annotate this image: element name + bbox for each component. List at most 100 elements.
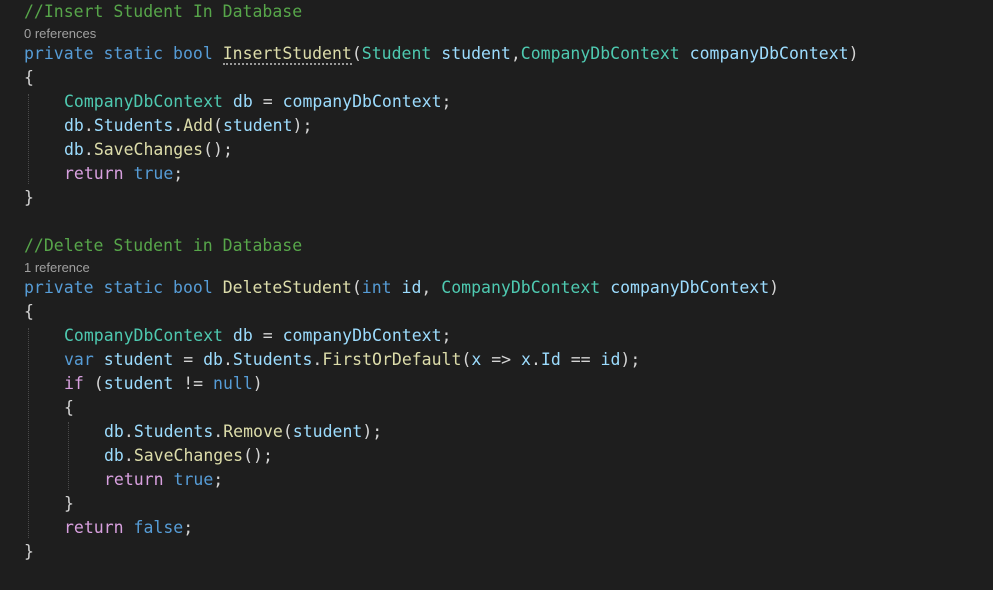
keyword: if <box>64 374 84 393</box>
keyword: return <box>104 470 164 489</box>
identifier: student <box>292 422 363 441</box>
keyword: static <box>103 278 164 297</box>
type-name: CompanyDbContext <box>64 92 223 111</box>
method-name-deletestudent[interactable]: DeleteStudent <box>223 278 352 297</box>
identifier: id <box>600 350 621 369</box>
code-line-db-assign: CompanyDbContext db = companyDbContext; <box>64 324 451 348</box>
keyword: bool <box>173 44 213 63</box>
type-name: Student <box>361 44 432 63</box>
code-line-brace: } <box>24 186 34 210</box>
method-name-insertstudent[interactable]: InsertStudent <box>222 44 352 65</box>
punctuation: ; <box>173 164 184 183</box>
keyword: return <box>64 164 124 183</box>
punctuation: . <box>173 116 184 135</box>
comment: //Delete Student in Database <box>24 236 303 255</box>
punctuation: ( <box>351 278 362 297</box>
parameter: companyDbContext <box>689 44 849 63</box>
identifier: x <box>471 350 482 369</box>
punctuation: . <box>123 446 134 465</box>
punctuation: ; <box>213 470 224 489</box>
code-line-if: if (student != null) <box>64 372 263 396</box>
brace: { <box>24 68 34 87</box>
keyword: true <box>133 164 174 183</box>
keyword: false <box>133 518 184 537</box>
brace: } <box>64 494 74 513</box>
keyword: private <box>24 44 94 63</box>
type-name: CompanyDbContext <box>441 278 601 297</box>
identifier: db <box>232 326 253 345</box>
brace: } <box>24 542 34 561</box>
method-call: SaveChanges <box>93 140 204 159</box>
punctuation: ) <box>252 374 263 393</box>
punctuation: ); <box>292 116 313 135</box>
punctuation: (); <box>243 446 273 465</box>
code-line-comment-delete: //Delete Student in Database <box>24 234 302 258</box>
punctuation: . <box>83 116 94 135</box>
code-line-brace: { <box>24 66 34 90</box>
punctuation: , <box>510 44 521 63</box>
code-line-return-true: return true; <box>64 162 183 186</box>
identifier: x <box>521 350 531 369</box>
keyword: static <box>103 44 164 63</box>
identifier: companyDbContext <box>282 326 442 345</box>
code-line-add: db.Students.Add(student); <box>64 114 312 138</box>
code-line-return-false: return false; <box>64 516 193 540</box>
keyword: int <box>361 278 392 297</box>
punctuation: , <box>421 278 442 297</box>
identifier: db <box>64 116 84 135</box>
code-line-brace: { <box>24 300 34 324</box>
code-line-delete-signature: private static bool DeleteStudent(int id… <box>24 276 779 300</box>
punctuation: ( <box>351 44 362 63</box>
punctuation: ; <box>441 92 452 111</box>
indent-guide <box>28 94 29 184</box>
identifier: Students <box>133 422 214 441</box>
identifier: Students <box>93 116 174 135</box>
brace: } <box>24 188 34 207</box>
identifier: student <box>103 350 174 369</box>
method-call: FirstOrDefault <box>322 350 462 369</box>
identifier: Students <box>232 350 313 369</box>
method-call: SaveChanges <box>133 446 244 465</box>
codelens-references-delete[interactable]: 1 reference <box>24 260 90 276</box>
method-call: Add <box>183 116 214 135</box>
punctuation: ; <box>183 518 194 537</box>
type-name: CompanyDbContext <box>64 326 223 345</box>
code-line-insert-signature: private static bool InsertStudent(Studen… <box>24 42 859 66</box>
identifier: db <box>232 92 253 111</box>
brace: { <box>24 302 34 321</box>
punctuation: . <box>222 350 233 369</box>
comment: //Insert Student In Database <box>24 2 303 21</box>
punctuation: => <box>481 350 522 369</box>
code-editor[interactable]: //Insert Student In Database 0 reference… <box>0 0 993 590</box>
code-line-var-student: var student = db.Students.FirstOrDefault… <box>64 348 640 372</box>
keyword: null <box>213 374 253 393</box>
parameter: student <box>441 44 511 63</box>
identifier: companyDbContext <box>282 92 442 111</box>
punctuation: ( <box>282 422 293 441</box>
indent-guide <box>28 328 29 538</box>
codelens-references-insert[interactable]: 0 references <box>24 26 96 42</box>
identifier: student <box>103 374 174 393</box>
code-line-savechanges: db.SaveChanges(); <box>104 444 273 468</box>
keyword: bool <box>173 278 213 297</box>
punctuation: ); <box>620 350 641 369</box>
keyword: return <box>64 518 124 537</box>
identifier: db <box>203 350 223 369</box>
code-line-savechanges: db.SaveChanges(); <box>64 138 233 162</box>
punctuation: ); <box>362 422 383 441</box>
identifier: db <box>104 446 124 465</box>
punctuation: = <box>252 326 283 345</box>
punctuation: ( <box>461 350 472 369</box>
